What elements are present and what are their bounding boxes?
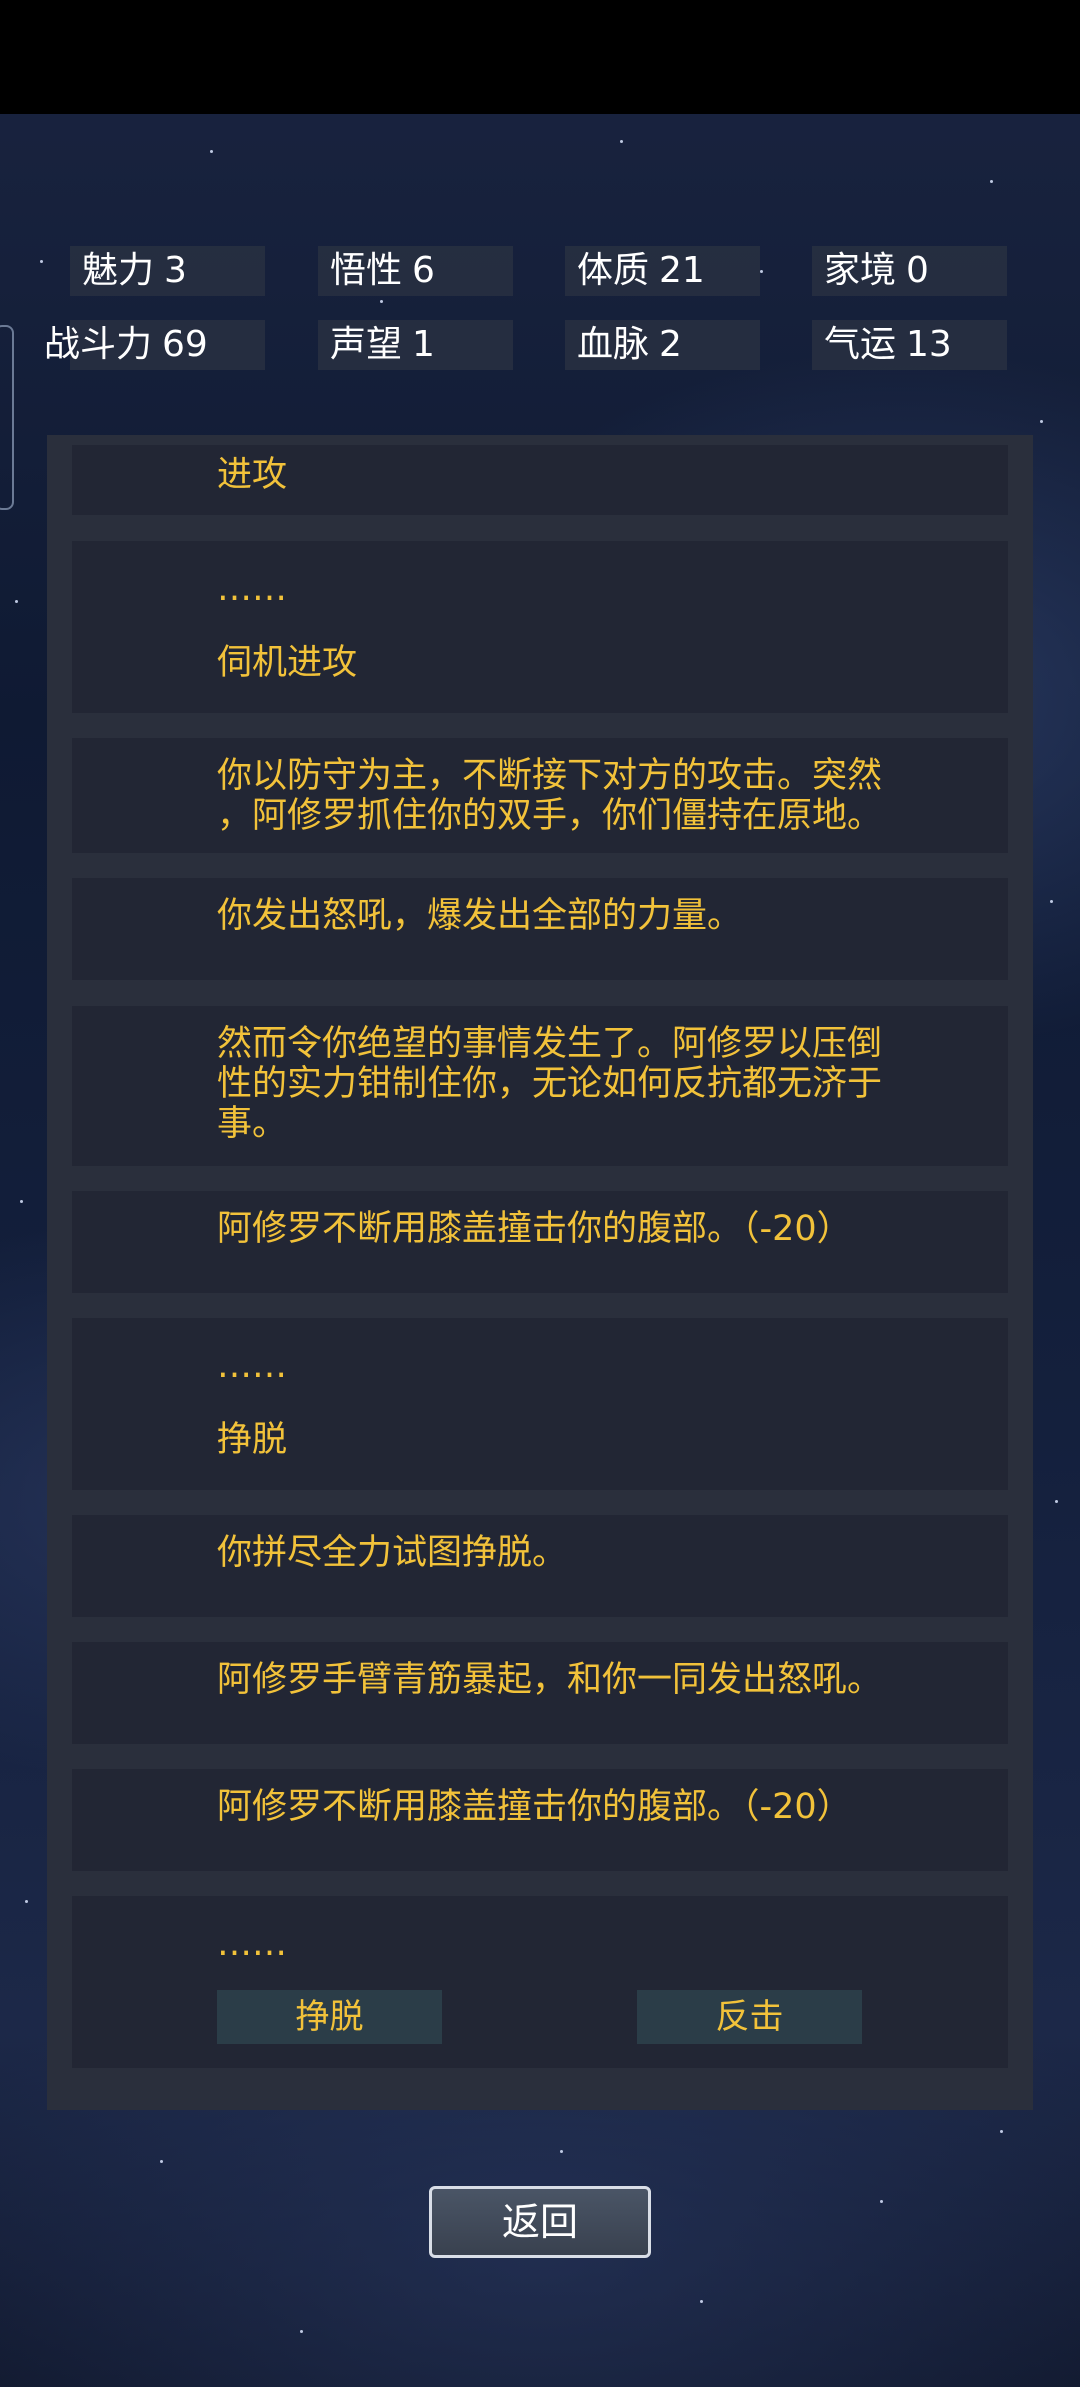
log-entry: 然而令你绝望的事情发生了。阿修罗以压倒 性的实力钳制住你，无论如何反抗都无济于 … xyxy=(72,1006,1008,1166)
stat-family: 家境 0 xyxy=(812,246,1007,296)
stat-value: 21 xyxy=(659,250,705,291)
stat-value: 1 xyxy=(412,324,435,365)
log-text: 你拼尽全力试图挣脱。 xyxy=(217,1533,568,1573)
log-entry: 阿修罗不断用膝盖撞击你的腹部。（-20） xyxy=(72,1191,1008,1293)
log-entry: …… 挣脱 xyxy=(72,1318,1008,1490)
log-text: 性的实力钳制住你，无论如何反抗都无济于 xyxy=(217,1064,883,1104)
stat-name: 魅力 xyxy=(82,250,155,291)
stat-value: 13 xyxy=(906,324,952,365)
log-text: 挣脱 xyxy=(217,1420,288,1460)
log-entry: 阿修罗手臂青筋暴起，和你一同发出怒吼。 xyxy=(72,1642,1008,1744)
log-text: 你发出怒吼，爆发出全部的力量。 xyxy=(217,896,743,936)
choice-break-free-button[interactable]: 挣脱 xyxy=(217,1990,442,2044)
log-entry: 进攻 xyxy=(72,445,1008,515)
log-entry: …… 伺机进攻 xyxy=(72,541,1008,713)
status-bar xyxy=(0,0,1080,114)
side-drawer-handle[interactable] xyxy=(0,325,14,510)
log-text: 事。 xyxy=(217,1104,288,1144)
log-entry: 你以防守为主，不断接下对方的攻击。突然 ，阿修罗抓住你的双手，你们僵持在原地。 xyxy=(72,738,1008,853)
back-button[interactable]: 返回 xyxy=(429,2186,651,2258)
stat-value: 6 xyxy=(412,250,435,291)
stat-constitution: 体质 21 xyxy=(565,246,760,296)
stat-value: 2 xyxy=(659,324,682,365)
log-text: 阿修罗不断用膝盖撞击你的腹部。（-20） xyxy=(217,1787,852,1827)
stat-name: 战斗力 xyxy=(44,324,153,365)
choice-counterattack-button[interactable]: 反击 xyxy=(637,1990,862,2044)
log-entry: 阿修罗不断用膝盖撞击你的腹部。（-20） xyxy=(72,1769,1008,1871)
stat-luck: 气运 13 xyxy=(812,320,1007,370)
stat-reputation: 声望 1 xyxy=(318,320,513,370)
log-entry: 你发出怒吼，爆发出全部的力量。 xyxy=(72,878,1008,980)
stat-name: 气运 xyxy=(824,324,897,365)
stat-charm: 魅力 3 xyxy=(70,246,265,296)
log-text: 进攻 xyxy=(217,455,288,495)
stat-name: 体质 xyxy=(577,250,650,291)
stat-comprehension: 悟性 6 xyxy=(318,246,513,296)
log-text: 阿修罗不断用膝盖撞击你的腹部。（-20） xyxy=(217,1209,852,1249)
log-text: …… xyxy=(217,1346,287,1386)
stat-value: 0 xyxy=(906,250,929,291)
log-text: 你以防守为主，不断接下对方的攻击。突然 xyxy=(217,756,883,796)
log-entry: 你拼尽全力试图挣脱。 xyxy=(72,1515,1008,1617)
stat-name: 声望 xyxy=(330,324,403,365)
log-text: 然而令你绝望的事情发生了。阿修罗以压倒 xyxy=(217,1024,883,1064)
log-text: ，阿修罗抓住你的双手，你们僵持在原地。 xyxy=(217,796,883,836)
stat-name: 家境 xyxy=(824,250,897,291)
log-entry-choices: …… 挣脱 反击 xyxy=(72,1896,1008,2068)
log-text: …… xyxy=(217,569,287,609)
stat-combat-power: 战斗力 69 xyxy=(44,320,265,370)
log-text: 阿修罗手臂青筋暴起，和你一同发出怒吼。 xyxy=(217,1660,883,1700)
log-text: …… xyxy=(217,1924,287,1964)
log-text: 伺机进攻 xyxy=(217,643,358,683)
stat-value: 3 xyxy=(164,250,187,291)
stat-name: 悟性 xyxy=(330,250,403,291)
stat-bloodline: 血脉 2 xyxy=(565,320,760,370)
stat-value: 69 xyxy=(162,324,208,365)
event-log-panel[interactable]: 进攻 …… 伺机进攻 你以防守为主，不断接下对方的攻击。突然 ，阿修罗抓住你的双… xyxy=(47,435,1033,2110)
stat-name: 血脉 xyxy=(577,324,650,365)
